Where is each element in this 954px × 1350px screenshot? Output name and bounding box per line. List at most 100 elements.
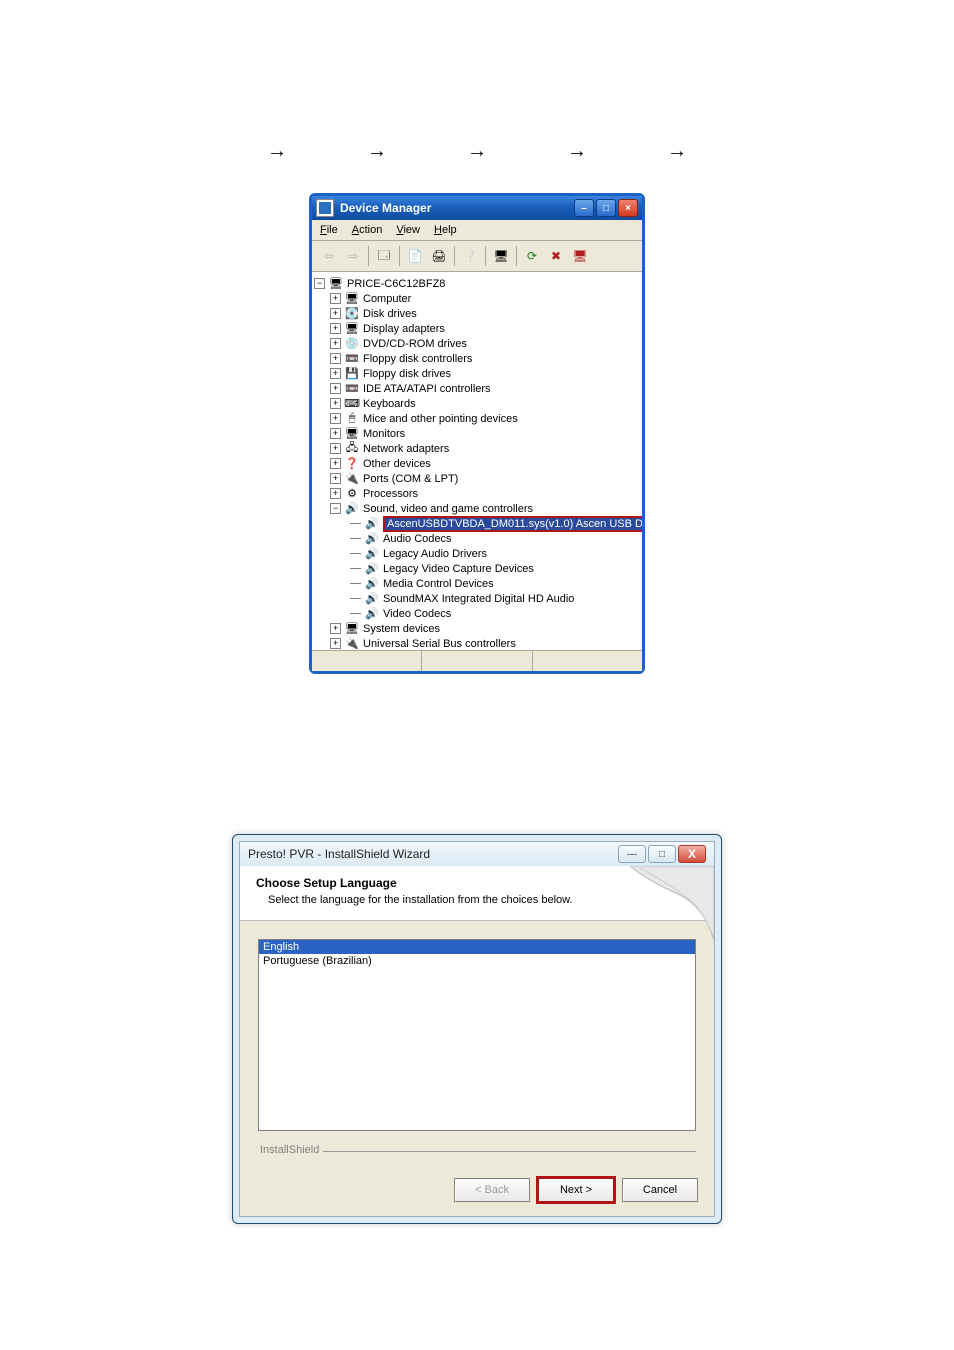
language-option[interactable]: Portuguese (Brazilian) (259, 954, 695, 968)
expand-icon[interactable]: + (330, 458, 341, 469)
tree-category[interactable]: +🖥Computer (314, 291, 640, 306)
sound-device-icon: 🔊 (365, 517, 379, 531)
expand-icon[interactable]: + (330, 308, 341, 319)
expand-icon[interactable]: + (330, 353, 341, 364)
tree-device[interactable]: 🔊Legacy Video Capture Devices (314, 561, 640, 576)
expand-icon[interactable]: + (330, 638, 341, 649)
forward-icon[interactable]: ⇨ (342, 245, 364, 267)
device-manager-window: Device Manager – □ × File Action View He… (309, 193, 645, 674)
tree-category[interactable]: + ⌨ Keyboards (314, 396, 640, 411)
menu-bar[interactable]: File Action View Help (312, 220, 642, 241)
back-icon[interactable]: ⇦ (318, 245, 340, 267)
expand-icon[interactable]: + (330, 293, 341, 304)
expand-icon[interactable]: + (330, 368, 341, 379)
expand-icon[interactable]: + (330, 398, 341, 409)
category-icon: 🔌 (345, 472, 359, 486)
expand-icon[interactable]: + (330, 428, 341, 439)
tree-category[interactable]: +🖥System devices (314, 621, 640, 636)
close-button[interactable]: X (678, 845, 706, 863)
tree-category[interactable]: +⚙Processors (314, 486, 640, 501)
properties-icon[interactable]: 📄 (404, 245, 426, 267)
tree-category-label: Keyboards (363, 398, 416, 410)
tree-category-label: Ports (COM & LPT) (363, 473, 458, 485)
toolbar-icon[interactable]: 🗔 (373, 245, 395, 267)
tree-category[interactable]: +💾Floppy disk drives (314, 366, 640, 381)
tree-device[interactable]: 🔊AscenUSBDTVBDA_DM011.sys(v1.0) Ascen US… (314, 516, 640, 531)
language-option[interactable]: English (259, 940, 695, 954)
maximize-button[interactable]: □ (648, 845, 676, 863)
maximize-button[interactable]: □ (596, 199, 616, 217)
tree-category[interactable]: + 🖥 Display adapters (314, 321, 640, 336)
tree-category-label: Universal Serial Bus controllers (363, 638, 516, 650)
expand-icon[interactable]: + (330, 443, 341, 454)
minimize-button[interactable]: — (618, 845, 646, 863)
category-icon: 🖱 (345, 412, 359, 426)
sound-device-icon: 🔊 (365, 592, 379, 606)
category-icon: 📼 (345, 382, 359, 396)
language-list[interactable]: EnglishPortuguese (Brazilian) (258, 939, 696, 1131)
tree-device[interactable]: 🔊SoundMAX Integrated Digital HD Audio (314, 591, 640, 606)
tree-category[interactable]: +🖱Mice and other pointing devices (314, 411, 640, 426)
collapse-icon[interactable]: − (314, 278, 325, 289)
wizard-header: Choose Setup Language Select the languag… (240, 866, 714, 921)
tree-category[interactable]: +📼Floppy disk controllers (314, 351, 640, 366)
disable-icon[interactable]: ✖ (545, 245, 567, 267)
tree-category[interactable]: +🖥Monitors (314, 426, 640, 441)
tree-category[interactable]: + 🔌 Universal Serial Bus controllers (314, 636, 640, 650)
tree-device[interactable]: 🔊Media Control Devices (314, 576, 640, 591)
close-button[interactable]: × (618, 199, 638, 217)
tree-category-label: Display adapters (363, 323, 445, 335)
tree-category[interactable]: − 🔊 Sound, video and game controllers (314, 501, 640, 516)
device-tree[interactable]: − 🖥 PRICE-C6C12BFZ8 +🖥Computer+💽Disk dri… (312, 272, 642, 650)
menu-file[interactable]: File (320, 224, 338, 236)
collapse-icon[interactable]: − (330, 503, 341, 514)
menu-view[interactable]: View (396, 224, 420, 236)
cancel-button[interactable]: Cancel (622, 1178, 698, 1202)
expand-icon[interactable]: + (330, 413, 341, 424)
expand-icon[interactable]: + (330, 488, 341, 499)
expand-icon[interactable]: + (330, 338, 341, 349)
tree-root[interactable]: − 🖥 PRICE-C6C12BFZ8 (314, 276, 640, 291)
category-icon: 🖥 (345, 322, 359, 336)
tree-category[interactable]: +💿DVD/CD-ROM drives (314, 336, 640, 351)
window-title: Device Manager (340, 201, 431, 215)
tree-connector (350, 568, 361, 569)
tree-category[interactable]: +❓Other devices (314, 456, 640, 471)
expand-icon[interactable]: + (330, 473, 341, 484)
category-icon: ⌨ (345, 397, 359, 411)
tree-category[interactable]: +📼IDE ATA/ATAPI controllers (314, 381, 640, 396)
update-icon[interactable]: ⟳ (521, 245, 543, 267)
install-wizard-window: Presto! PVR - InstallShield Wizard — □ X… (232, 834, 722, 1224)
tree-category[interactable]: +🖧Network adapters (314, 441, 640, 456)
tree-device[interactable]: 🔊Audio Codecs (314, 531, 640, 546)
uninstall-icon[interactable]: 🖥 (569, 245, 591, 267)
tree-connector (350, 553, 361, 554)
arrow-icon: → (467, 140, 487, 163)
minimize-button[interactable]: – (574, 199, 594, 217)
category-icon: 📼 (345, 352, 359, 366)
tree-category[interactable]: + 🔌 Ports (COM & LPT) (314, 471, 640, 486)
tree-connector (350, 523, 361, 524)
tree-device-label: Legacy Audio Drivers (383, 548, 487, 560)
tree-device-label: Video Codecs (383, 608, 451, 620)
page-curl-icon (630, 866, 714, 940)
category-icon: 🔌 (345, 637, 359, 651)
next-button[interactable]: Next > (538, 1178, 614, 1202)
help-icon[interactable]: ❔ (459, 245, 481, 267)
tree-category[interactable]: +💽Disk drives (314, 306, 640, 321)
tree-category-label: Monitors (363, 428, 405, 440)
window-titlebar[interactable]: Presto! PVR - InstallShield Wizard — □ X (240, 842, 714, 866)
scan-icon[interactable]: 🖥 (490, 245, 512, 267)
window-titlebar[interactable]: Device Manager – □ × (312, 196, 642, 220)
tree-connector (350, 538, 361, 539)
expand-icon[interactable]: + (330, 383, 341, 394)
tree-device[interactable]: 🔊Legacy Audio Drivers (314, 546, 640, 561)
expand-icon[interactable]: + (330, 623, 341, 634)
sound-device-icon: 🔊 (365, 532, 379, 546)
expand-icon[interactable]: + (330, 323, 341, 334)
tree-device[interactable]: 🔊Video Codecs (314, 606, 640, 621)
menu-action[interactable]: Action (352, 224, 383, 236)
computer-icon: 🖥 (329, 277, 343, 291)
print-icon[interactable]: 🖨 (428, 245, 450, 267)
menu-help[interactable]: Help (434, 224, 457, 236)
